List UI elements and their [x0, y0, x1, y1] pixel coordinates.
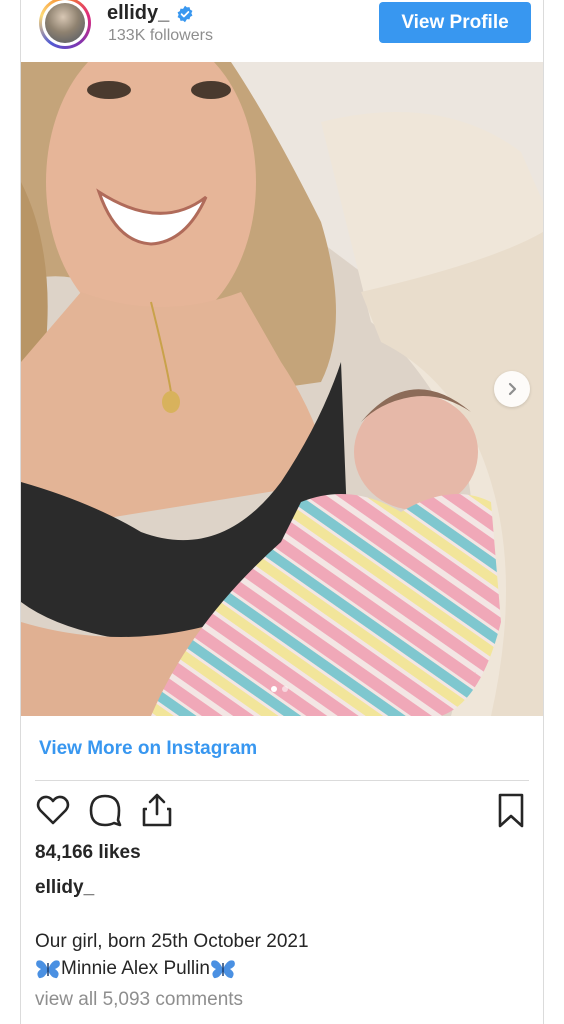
username[interactable]: ellidy_: [107, 2, 169, 25]
caption-line-1: Our girl, born 25th October 2021: [35, 931, 309, 952]
verified-badge-icon: [177, 5, 193, 22]
photo-illustration: [21, 62, 543, 716]
caption: Our girl, born 25th October 2021 Minnie …: [35, 928, 309, 982]
username-row: ellidy_: [107, 2, 194, 25]
view-all-comments-link[interactable]: view all 5,093 comments: [35, 989, 243, 1011]
caption-username[interactable]: ellidy_: [35, 877, 94, 899]
butterfly-icon: [36, 959, 60, 978]
caption-name: Minnie Alex Pullin: [61, 958, 210, 979]
action-bar: [21, 790, 543, 834]
bookmark-icon[interactable]: [493, 792, 529, 828]
carousel-dots: [271, 686, 288, 692]
butterfly-icon: [211, 959, 235, 978]
share-icon[interactable]: [139, 792, 175, 828]
carousel-dot-active: [271, 686, 277, 692]
view-profile-button[interactable]: View Profile: [379, 2, 531, 43]
divider: [35, 780, 529, 781]
carousel-dot: [282, 686, 288, 692]
view-more-on-instagram-link[interactable]: View More on Instagram: [39, 738, 257, 760]
carousel-next-button[interactable]: [494, 371, 530, 407]
comment-icon[interactable]: [87, 792, 123, 828]
instagram-embed-card: ellidy_ 133K followers View Profile View…: [20, 0, 544, 1024]
like-count[interactable]: 84,166 likes: [35, 842, 141, 864]
chevron-right-icon: [508, 382, 517, 396]
avatar[interactable]: [39, 0, 91, 49]
post-header: ellidy_ 133K followers View Profile: [21, 0, 543, 62]
heart-icon[interactable]: [35, 792, 71, 828]
caption-line-2: Minnie Alex Pullin: [35, 955, 309, 982]
post-photo[interactable]: [21, 62, 543, 716]
follower-count: 133K followers: [108, 27, 213, 44]
